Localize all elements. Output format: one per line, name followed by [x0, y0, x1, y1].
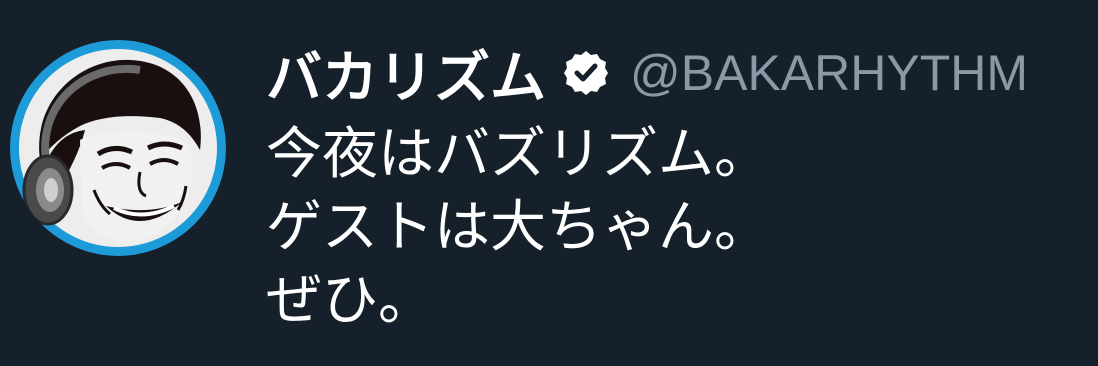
- author-handle[interactable]: @BAKARHYTHM: [630, 44, 1028, 102]
- tweet-header: バカリズム @BAKARHYTHM: [266, 38, 1028, 111]
- avatar-illustration: [10, 40, 226, 256]
- tweet-text-line-2: ゲストは大ちゃん。: [266, 195, 770, 260]
- author-display-name[interactable]: バカリズム: [266, 33, 546, 114]
- tweet-card: バカリズム @BAKARHYTHM 今夜はバズリズム。 ゲストは大ちゃん。 ぜひ…: [0, 0, 1098, 366]
- tweet-text-line-3: ぜひ。: [266, 268, 434, 333]
- tweet-text-line-1: 今夜はバズリズム。: [266, 122, 770, 187]
- tweet-text: 今夜はバズリズム。 ゲストは大ちゃん。 ぜひ。: [266, 118, 1086, 337]
- author-avatar[interactable]: [10, 40, 226, 256]
- verified-badge-icon: [562, 49, 610, 97]
